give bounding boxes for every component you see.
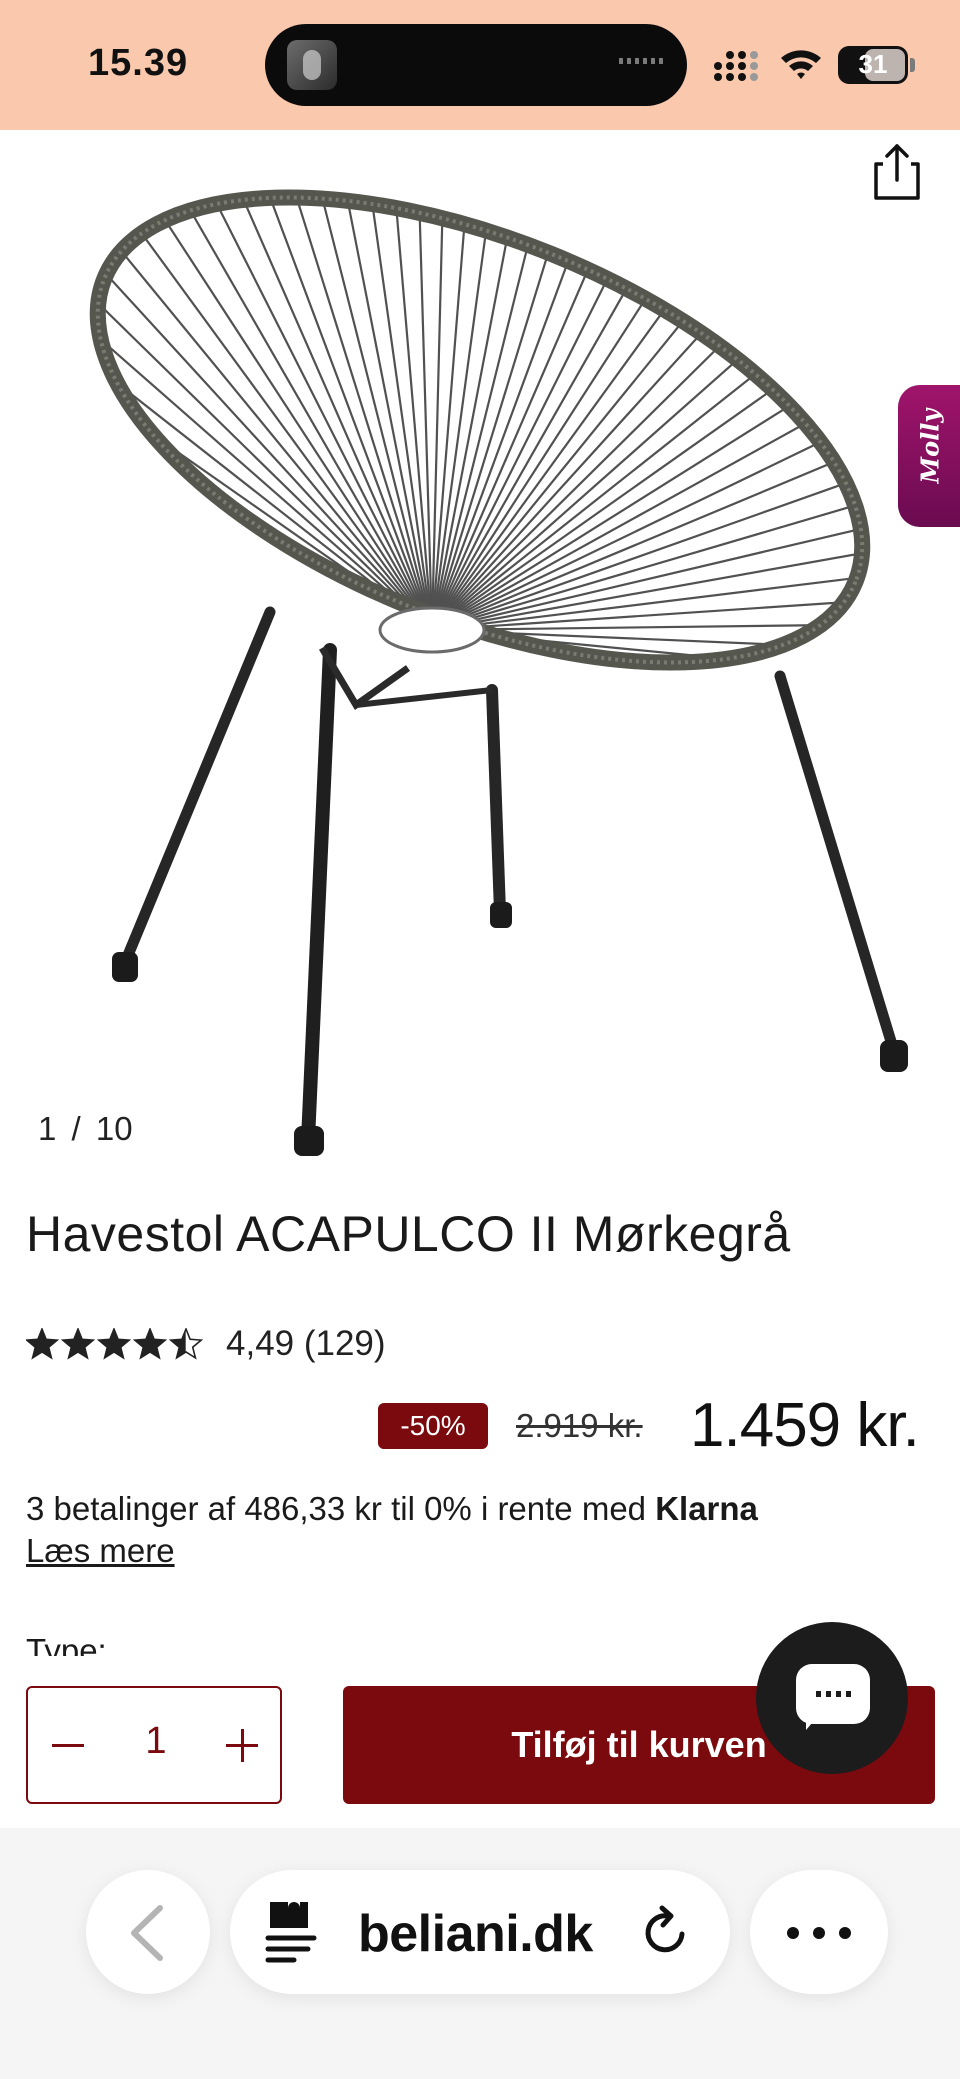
product-image[interactable] <box>0 130 960 1170</box>
now-playing-thumbnail <box>287 40 337 90</box>
chat-button[interactable] <box>756 1622 908 1774</box>
star-filled <box>62 1329 94 1358</box>
decrease-quantity-button[interactable] <box>38 1718 94 1774</box>
quantity-value[interactable]: 1 <box>118 1720 194 1763</box>
star-filled <box>26 1329 58 1358</box>
old-price: 2.919 kr. <box>516 1407 643 1444</box>
current-price: 1.459 kr. <box>690 1391 920 1460</box>
read-more-link[interactable]: Læs mere <box>26 1532 175 1570</box>
product-title: Havestol ACAPULCO II Mørkegrå <box>26 1206 791 1262</box>
molly-assistant-tab[interactable]: Molly <box>898 385 960 527</box>
cellular-signal-icon <box>714 51 758 81</box>
audio-waveform-icon <box>619 58 663 64</box>
address-bar[interactable]: beliani.dk <box>230 1870 730 1994</box>
star-filled <box>98 1329 130 1358</box>
image-counter: 1 / 10 <box>38 1110 133 1147</box>
chat-icon <box>796 1664 870 1730</box>
battery-percentage: 31 <box>858 49 888 79</box>
wifi-icon <box>781 50 821 79</box>
more-dots-icon <box>787 1927 799 1939</box>
url-text: beliani.dk <box>358 1905 593 1963</box>
reload-icon[interactable] <box>638 1904 694 1960</box>
type-label: Type: <box>26 1632 107 1656</box>
molly-label: Molly <box>915 408 945 484</box>
status-time: 15.39 <box>88 42 189 84</box>
dynamic-island <box>265 24 687 106</box>
status-bar: 15.39 31 <box>0 0 960 130</box>
chevron-left-icon <box>131 1905 163 1961</box>
share-icon[interactable] <box>870 142 924 202</box>
klarna-text: 3 betalinger af 486,33 kr til 0% i rente… <box>26 1490 647 1527</box>
klarna-installments: 3 betalinger af 486,33 kr til 0% i rente… <box>26 1490 758 1528</box>
back-button[interactable] <box>86 1870 210 1994</box>
klarna-brand: Klarna <box>655 1490 758 1527</box>
rating-value: 4,49 (129) <box>226 1324 386 1363</box>
increase-quantity-button[interactable] <box>214 1718 270 1774</box>
discount-badge: -50% <box>378 1403 488 1449</box>
battery-icon: 31 <box>838 46 915 84</box>
rating-stars <box>26 1328 204 1360</box>
star-filled <box>134 1329 166 1358</box>
reader-puzzle-icon <box>265 1902 317 1963</box>
browser-toolbar: beliani.dk <box>0 1828 960 2079</box>
quantity-stepper: 1 <box>26 1686 282 1804</box>
more-options-button[interactable] <box>750 1870 888 1994</box>
